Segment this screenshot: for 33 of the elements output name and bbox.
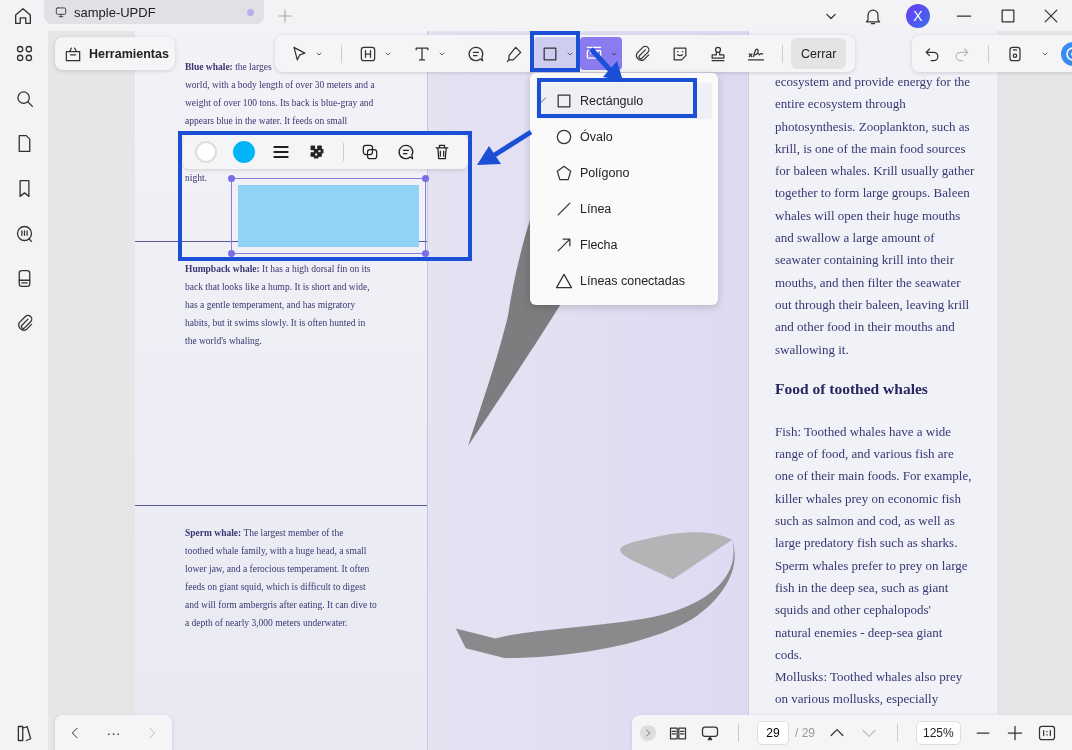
menu-item[interactable]: Polígono (536, 155, 712, 191)
tools-button[interactable]: Herramientas (55, 37, 175, 70)
selected-rectangle-annotation[interactable] (231, 178, 426, 254)
stroke-color-button[interactable] (195, 141, 217, 163)
paragraph: Humpback whale: It has a high dorsal fin on its back that looks like a hump. It is short and wide, has a gentle temperament, and has migratory habits, but it swims slowly. It is often hunted in the world's whaling. (185, 263, 372, 348)
duplicate-icon[interactable] (360, 142, 380, 162)
circle-icon (554, 127, 574, 147)
paragraph: Blue whale: the larges world, with a body length of over 30 meters and a weight of over 100 tons. Its back is blue-gray and appears blue in the water. It feeds on small (185, 61, 376, 128)
user-avatar[interactable]: X (906, 3, 930, 28)
triangle-icon (554, 271, 574, 291)
close-button[interactable]: Cerrar (791, 38, 847, 69)
page-number-field[interactable]: 29 (757, 720, 789, 745)
monitor-icon (54, 5, 68, 19)
paragraph: ecosystem and provide energy for the entire ecosystem through photosynthesis. Zooplankton, such as krill, is one of the main food sources for baleen whales. Krill usually gather together to form large groups. Baleen whales will open their huge mouths and swallow a large amount of seawater containing krill into their mouths, and then filter the seawater out through their baleen, leaving krill and other food in their mouths and swallowing it. (775, 73, 976, 359)
pointer-arrow (475, 128, 535, 168)
paragraph: Fish: Toothed whales have a wide range of food, and various fish are one of their main foods. For example, killer whales prey on economic fish such as salmon and cod, as well as large predatory fish such as sharks. Sperm whales prefer to prey on large fish in the deep sea, such as giant squids and other cephalopods' natural enemies - deep-sea giant cods. (775, 422, 973, 664)
menu-item[interactable]: Flecha (536, 227, 712, 263)
more-button[interactable]: ··· (106, 724, 121, 741)
zoom-level-field[interactable]: 125% (916, 720, 961, 745)
menu-item[interactable]: Líneas conectadas (536, 263, 712, 299)
document-tab[interactable]: sample-UPDF (44, 0, 264, 24)
page-total: / 29 (795, 725, 815, 740)
menu-item[interactable]: Línea (536, 191, 712, 227)
comment-icon[interactable] (396, 142, 416, 162)
text-fragment: night. (185, 172, 208, 185)
paragraph: Mollusks: Toothed whales also prey on various mollusks, especially (775, 668, 964, 709)
chevron-right-icon (643, 727, 653, 738)
highlight-frame (530, 31, 580, 72)
fill-color-button[interactable] (233, 141, 255, 163)
section-heading: Food of toothed whales (775, 378, 929, 399)
menu-item[interactable]: Óvalo (536, 119, 712, 155)
pentagon-icon (554, 163, 574, 183)
paragraph: Sperm whale: The largest member of the toothed whale family, with a huge head, a small lower jaw, and a ferocious temperament. It often feeds on giant squid, which is difficult to digest and will form ambergris after eating. It can dive to a depth of nearly 3,000 meters underwater. (185, 527, 378, 630)
